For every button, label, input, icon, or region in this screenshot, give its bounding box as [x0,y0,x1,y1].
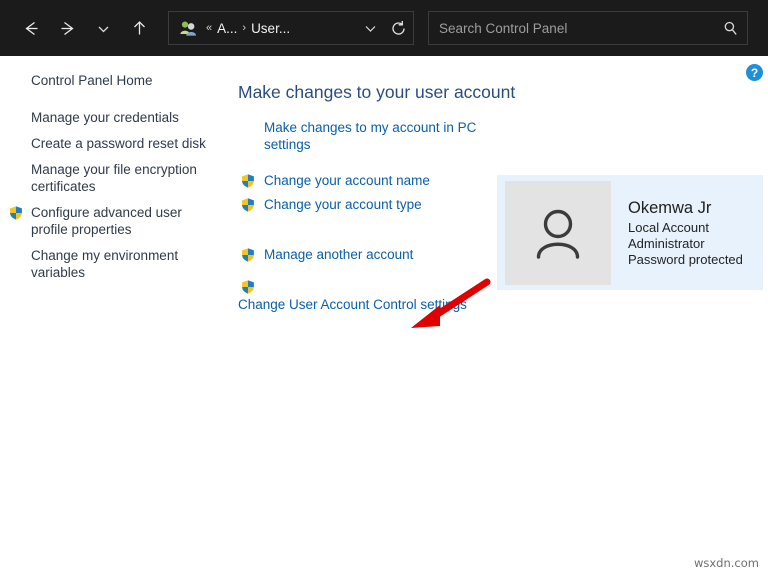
link-row-account-type[interactable]: Change your account type [238,196,483,215]
breadcrumb-item-2[interactable]: User... [251,21,290,36]
account-summary-panel: Okemwa Jr Local Account Administrator Pa… [497,175,763,290]
help-icon[interactable]: ? [746,64,763,81]
sidebar-item-password-reset-disk[interactable]: Create a password reset disk [0,135,223,152]
search-input[interactable] [429,19,713,37]
sidebar-item-label: Create a password reset disk [31,136,206,151]
account-details: Okemwa Jr Local Account Administrator Pa… [628,198,743,268]
refresh-button[interactable] [383,20,413,37]
sidebar-item-label: Change my environment variables [31,248,179,280]
refresh-icon [391,20,405,35]
uac-shield-icon [240,279,256,295]
up-arrow-icon [133,20,145,34]
account-type: Local Account [628,220,709,235]
user-avatar-icon [536,209,580,259]
uac-shield-icon [240,247,256,263]
sidebar-item-label: Manage your credentials [31,110,179,125]
sidebar-item-advanced-user-profile[interactable]: Configure advanced user profile properti… [0,204,223,238]
content-area: ? Control Panel Home Manage your credent… [0,56,768,576]
account-name: Okemwa Jr [628,199,712,217]
uac-shield-icon [8,205,24,221]
link-row-uac-settings[interactable]: Change User Account Control settings [238,279,483,313]
link-change-account-name[interactable]: Change your account name [264,173,430,188]
uac-shield-icon [240,197,256,213]
sidebar-task-list: Manage your credentials Create a passwor… [0,109,228,290]
watermark: wsxdn.com [693,556,759,570]
back-arrow-icon [24,21,37,35]
task-link-list: Make changes to my account in PC setting… [238,119,483,318]
page-title: Make changes to your user account [238,82,516,102]
link-make-changes-pc-settings[interactable]: Make changes to my account in PC setting… [264,120,476,152]
link-row-account-name[interactable]: Change your account name [238,172,483,191]
breadcrumb-overflow[interactable]: « [201,22,217,34]
sidebar-item-label: Configure advanced user profile properti… [31,205,182,237]
sidebar-item-label: Manage your file encryption certificates [31,162,197,194]
address-bar[interactable]: « A... › User... [168,11,414,45]
link-change-uac-settings[interactable]: Change User Account Control settings [238,296,483,313]
account-role: Administrator [628,236,705,251]
chevron-down-icon [98,26,108,32]
search-box[interactable] [428,11,748,45]
title-bar: « A... › User... [0,0,768,56]
up-button[interactable] [122,11,156,45]
link-row-pc-settings[interactable]: Make changes to my account in PC setting… [238,119,483,153]
chevron-down-icon [365,25,375,32]
address-dropdown-button[interactable] [357,21,383,36]
forward-button[interactable] [50,11,84,45]
account-password-status: Password protected [628,252,743,267]
sidebar-item-file-encryption-certificates[interactable]: Manage your file encryption certificates [0,161,223,195]
breadcrumb-item-1[interactable]: A... [217,21,237,36]
search-icon[interactable] [713,20,747,37]
link-row-manage-another-account[interactable]: Manage another account [238,246,483,265]
forward-arrow-icon [61,21,74,35]
navigation-buttons [0,11,156,45]
sidebar-item-control-panel-home[interactable]: Control Panel Home [31,73,153,88]
link-change-account-type[interactable]: Change your account type [264,197,422,212]
breadcrumb-separator: › [242,22,247,34]
link-manage-another-account[interactable]: Manage another account [264,247,413,262]
sidebar-item-manage-credentials[interactable]: Manage your credentials [0,109,223,126]
avatar[interactable] [505,181,611,285]
breadcrumb[interactable]: « A... › User... [201,21,357,36]
sidebar-item-environment-variables[interactable]: Change my environment variables [0,247,223,281]
user-accounts-icon [175,18,201,38]
uac-shield-icon [240,173,256,189]
recent-locations-button[interactable] [86,11,120,45]
back-button[interactable] [14,11,48,45]
